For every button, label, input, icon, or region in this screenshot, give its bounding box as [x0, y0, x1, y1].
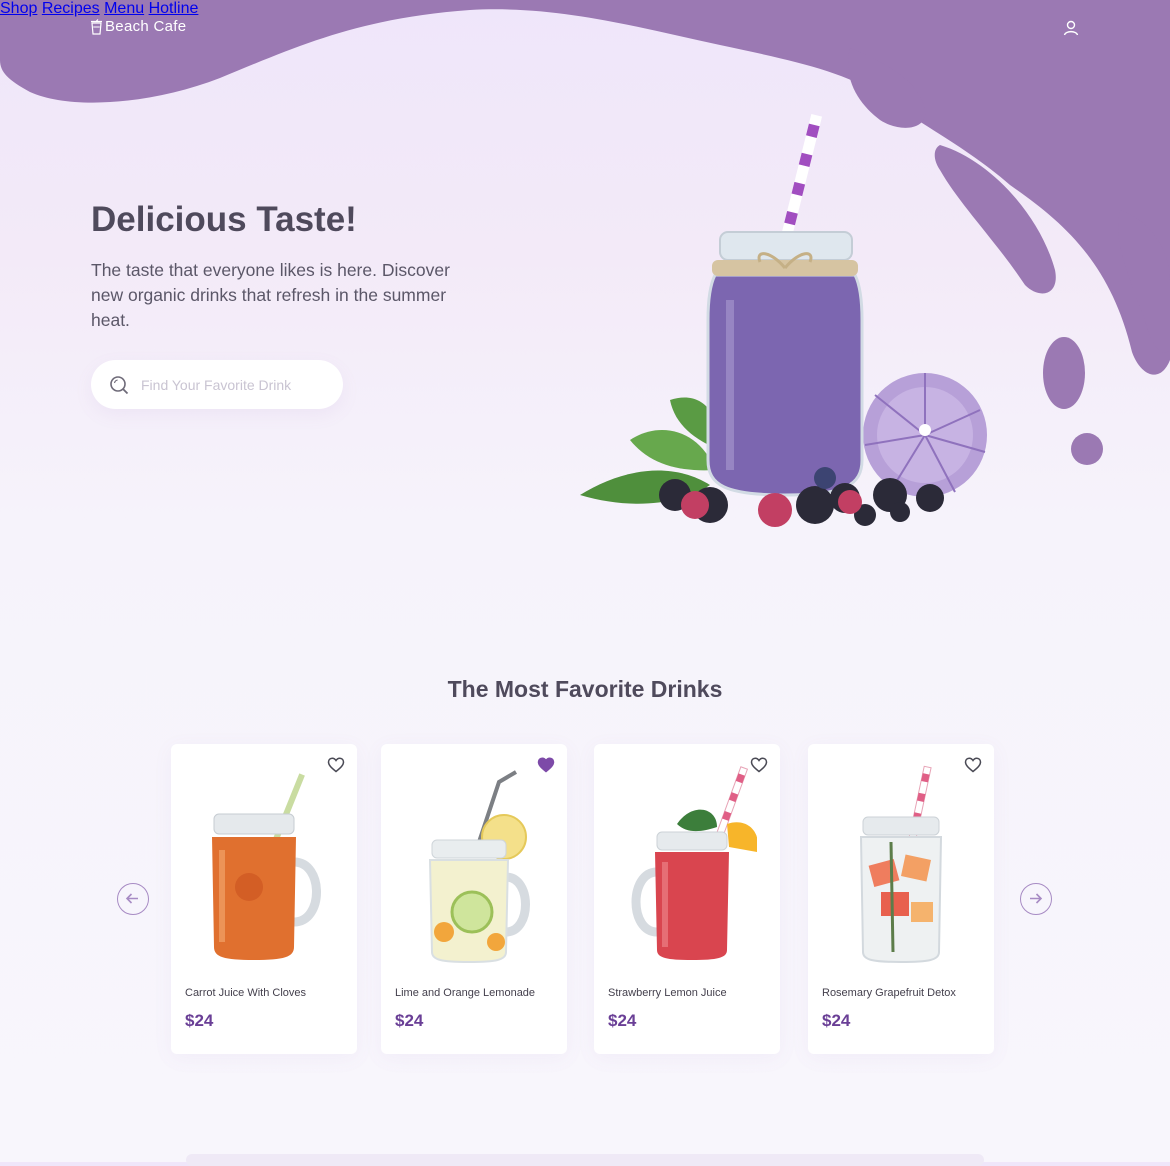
next-arrow-button[interactable] — [1020, 883, 1052, 915]
product-price: $24 — [822, 1011, 851, 1030]
product-price: $24 — [185, 1011, 214, 1030]
product-name: Carrot Juice With Cloves — [185, 987, 307, 999]
arrow-left-icon — [125, 893, 138, 904]
arrow-right-icon — [1030, 893, 1043, 904]
product-name: Rosemary Grapefruit Detox — [822, 987, 956, 999]
product-card[interactable]: Strawberry Lemon Juice $24 — [594, 744, 780, 1054]
top-navigation: Beach Cafe Shop Recipes Menu Hotline — [0, 0, 1170, 56]
brand-logo[interactable]: Beach Cafe — [90, 18, 186, 35]
product-name: Strawberry Lemon Juice — [608, 987, 727, 999]
previous-arrow-button[interactable] — [117, 883, 149, 915]
section-title: The Most Favorite Drinks — [447, 676, 723, 702]
cup-icon — [91, 18, 102, 35]
search-input[interactable] — [139, 372, 333, 398]
grapefruit-detox-image — [859, 765, 943, 964]
nav-link-recipes[interactable]: Recipes — [42, 0, 100, 17]
product-name: Lime and Orange Lemonade — [395, 987, 536, 999]
product-card[interactable]: Lime and Orange Lemonade $24 — [381, 744, 567, 1054]
footer-strip — [186, 1154, 984, 1166]
search-box[interactable] — [91, 360, 343, 409]
product-card[interactable]: Rosemary Grapefruit Detox $24 — [808, 744, 994, 1054]
hero-title: Delicious Taste! — [91, 200, 357, 239]
product-card[interactable]: Carrot Juice With Cloves $24 — [171, 744, 357, 1054]
carrot-juice-image — [212, 773, 321, 960]
search-icon — [110, 376, 129, 395]
nav-link-hotline[interactable]: Hotline — [149, 0, 199, 17]
strawberry-juice-image — [631, 766, 757, 960]
nav-link-menu[interactable]: Menu — [104, 0, 144, 17]
lemonade-image — [428, 770, 530, 964]
brand-name: Beach Cafe — [105, 18, 187, 35]
product-price: $24 — [608, 1011, 637, 1030]
user-icon[interactable] — [1063, 20, 1079, 36]
product-price: $24 — [395, 1011, 424, 1030]
hero-description: The taste that everyone likes is here. D… — [91, 260, 450, 330]
nav-link-shop[interactable]: Shop — [0, 0, 37, 17]
hero-smoothie-image — [580, 113, 987, 527]
